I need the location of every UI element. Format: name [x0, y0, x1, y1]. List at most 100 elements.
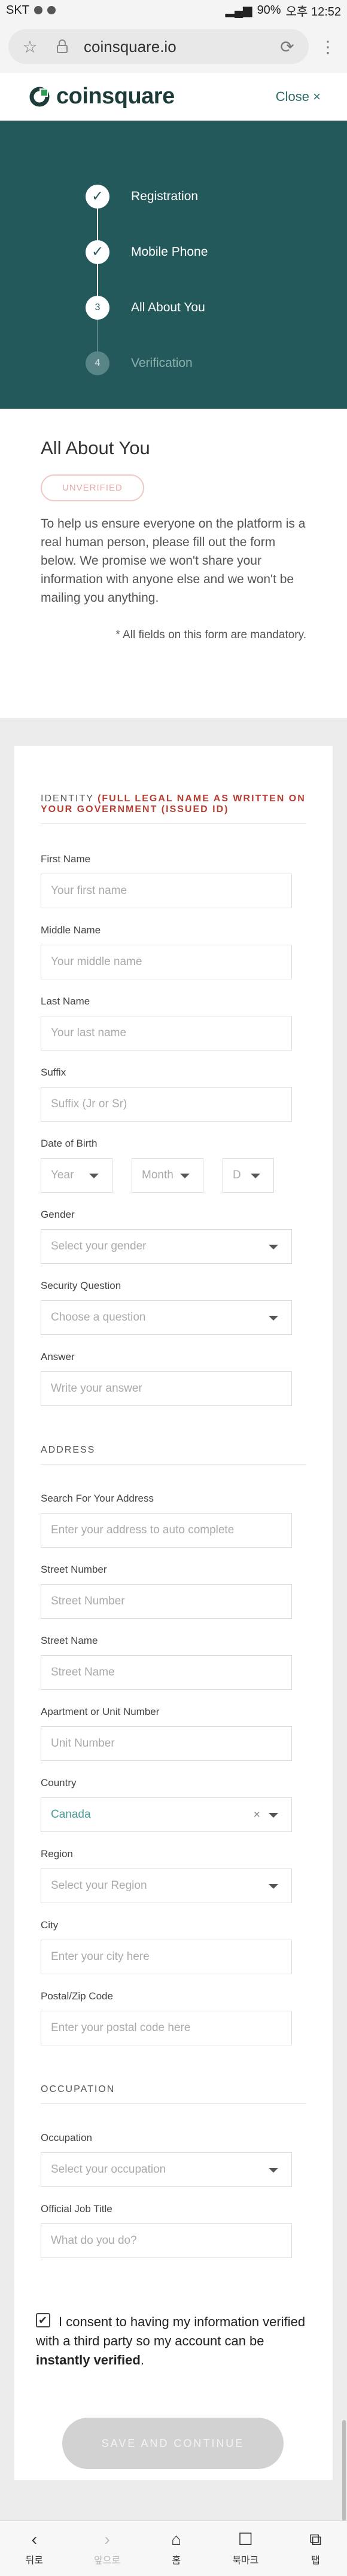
- middle-name-input[interactable]: Your middle name: [41, 945, 292, 979]
- notification-icon: [34, 6, 42, 14]
- step-verification: 4 Verification: [0, 335, 347, 391]
- more-menu-icon[interactable]: ⋮: [317, 36, 339, 57]
- city-field: City Enter your city here: [41, 1919, 292, 1974]
- postal-field: Postal/Zip Code Enter your postal code h…: [41, 1990, 292, 2045]
- step-number: 3: [86, 295, 109, 320]
- brand-logo[interactable]: coinsquare: [29, 84, 175, 109]
- step-number: 4: [86, 351, 109, 375]
- address-search-field: Search For Your Address Enter your addre…: [41, 1493, 292, 1548]
- country-field: Country Canada ×: [41, 1777, 292, 1832]
- suffix-input[interactable]: Suffix (Jr or Sr): [41, 1087, 292, 1122]
- last-name-input[interactable]: Your last name: [41, 1016, 292, 1050]
- field-label: Official Job Title: [41, 2203, 112, 2214]
- city-input[interactable]: Enter your city here: [41, 1940, 292, 1974]
- field-label: Street Name: [41, 1635, 98, 1646]
- url-text[interactable]: coinsquare.io: [84, 38, 266, 56]
- gender-field: Gender Select your gender: [41, 1209, 292, 1264]
- nav-label: 탭: [311, 2556, 320, 2566]
- region-select[interactable]: Select your Region: [41, 1869, 292, 1903]
- occupation-field: Occupation Select your occupation: [41, 2132, 292, 2187]
- site-header: coinsquare Close ×: [0, 73, 347, 121]
- job-title-input[interactable]: What do you do?: [41, 2223, 292, 2258]
- status-badge: UNVERIFIED: [41, 474, 144, 501]
- postal-code-input[interactable]: Enter your postal code here: [41, 2011, 292, 2045]
- field-label: Search For Your Address: [41, 1493, 154, 1504]
- nav-label: 홈: [172, 2556, 181, 2566]
- answer-field: Answer Write your answer: [41, 1351, 292, 1406]
- nav-label: 북마크: [232, 2556, 259, 2566]
- step-label: All About You: [131, 300, 205, 314]
- consent-end: .: [140, 2353, 144, 2367]
- nav-bookmarks[interactable]: ☐ 북마크: [232, 2531, 258, 2566]
- field-label: Street Number: [41, 1564, 107, 1575]
- time-label: 오후 12:52: [285, 5, 341, 19]
- field-label: Country: [41, 1777, 77, 1788]
- dob-month-select[interactable]: Month: [132, 1158, 203, 1193]
- url-bar[interactable]: ☆ coinsquare.io ⟳: [8, 29, 309, 64]
- field-label: Security Question: [41, 1280, 121, 1291]
- job-title-field: Official Job Title What do you do?: [41, 2203, 292, 2258]
- star-icon[interactable]: ☆: [19, 36, 41, 57]
- gender-select[interactable]: Select your gender: [41, 1229, 292, 1264]
- address-search-input[interactable]: Enter your address to auto complete: [41, 1513, 292, 1548]
- street-name-input[interactable]: Street Name: [41, 1655, 292, 1690]
- field-label: Gender: [41, 1209, 75, 1220]
- field-label: Postal/Zip Code: [41, 1990, 113, 2002]
- field-label: Suffix: [41, 1067, 66, 1078]
- address-section-title: ADDRESS: [41, 1445, 306, 1465]
- save-and-continue-button[interactable]: SAVE AND CONTINUE: [62, 2418, 284, 2469]
- last-name-field: Last Name Your last name: [41, 996, 292, 1050]
- browser-bottom-nav: ‹ 뒤로 › 앞으로 ⌂ 홈 ☐ 북마크 ⧉ 탭: [0, 2520, 347, 2576]
- brand-name: coinsquare: [56, 84, 175, 109]
- carrier-label: SKT: [6, 3, 29, 17]
- step-label: Mobile Phone: [131, 244, 208, 259]
- nav-forward[interactable]: › 앞으로: [94, 2531, 120, 2566]
- section-heading: ADDRESS: [41, 1445, 96, 1455]
- step-label: Verification: [131, 356, 193, 370]
- field-label: Date of Birth: [41, 1138, 98, 1149]
- reload-icon[interactable]: ⟳: [276, 36, 298, 57]
- field-label: Region: [41, 1848, 73, 1860]
- dob-year-select[interactable]: Year: [41, 1158, 112, 1193]
- unit-number-input[interactable]: Unit Number: [41, 1726, 292, 1761]
- coinsquare-logo-icon: [29, 86, 50, 108]
- field-label: City: [41, 1919, 59, 1931]
- scrollbar[interactable]: [342, 2420, 346, 2528]
- step-registration: ✓ Registration: [0, 169, 347, 224]
- consent-checkbox[interactable]: [36, 2311, 50, 2330]
- page-title: All About You: [41, 437, 150, 458]
- nav-tabs[interactable]: ⧉ 탭: [309, 2531, 321, 2566]
- nav-label: 뒤로: [25, 2556, 43, 2566]
- form-card: IDENTITY (FULL LEGAL NAME AS WRITTEN ON …: [14, 746, 333, 2480]
- occupation-section-title: OCCUPATION: [41, 2084, 306, 2104]
- tabs-icon: ⧉: [309, 2530, 322, 2549]
- country-select[interactable]: Canada ×: [41, 1797, 292, 1832]
- dob-day-select[interactable]: D: [223, 1158, 274, 1193]
- answer-input[interactable]: Write your answer: [41, 1371, 292, 1406]
- field-label: First Name: [41, 853, 91, 865]
- street-number-field: Street Number Street Number: [41, 1564, 292, 1619]
- intro-text: To help us ensure everyone on the platfo…: [41, 517, 306, 605]
- consent-emphasis: instantly verified: [36, 2353, 141, 2367]
- step-all-about-you: 3 All About You: [0, 280, 347, 335]
- progress-stepper: ✓ Registration ✓ Mobile Phone 3 All Abou…: [0, 121, 347, 409]
- occupation-select[interactable]: Select your occupation: [41, 2152, 292, 2187]
- nav-back[interactable]: ‹ 뒤로: [26, 2531, 43, 2566]
- field-label: Last Name: [41, 996, 90, 1007]
- region-field: Region Select your Region: [41, 1848, 292, 1903]
- security-question-field: Security Question Choose a question: [41, 1280, 292, 1335]
- nav-home[interactable]: ⌂ 홈: [171, 2531, 181, 2566]
- step-mobile-phone: ✓ Mobile Phone: [0, 224, 347, 280]
- security-question-select[interactable]: Choose a question: [41, 1300, 292, 1335]
- first-name-input[interactable]: Your first name: [41, 874, 292, 908]
- consent-checkbox-row[interactable]: I consent to having my information verif…: [36, 2311, 311, 2370]
- consent-text: I consent to having my information verif…: [36, 2314, 306, 2348]
- field-label: Apartment or Unit Number: [41, 1706, 160, 1717]
- home-icon: ⌂: [171, 2530, 182, 2549]
- clear-icon[interactable]: ×: [253, 1808, 260, 1822]
- close-button[interactable]: Close ×: [276, 89, 321, 105]
- country-value: Canada: [51, 1808, 91, 1821]
- dob-field: Date of Birth Year Month D: [41, 1138, 292, 1193]
- street-number-input[interactable]: Street Number: [41, 1584, 292, 1619]
- browser-toolbar: ☆ coinsquare.io ⟳ ⋮: [0, 20, 347, 73]
